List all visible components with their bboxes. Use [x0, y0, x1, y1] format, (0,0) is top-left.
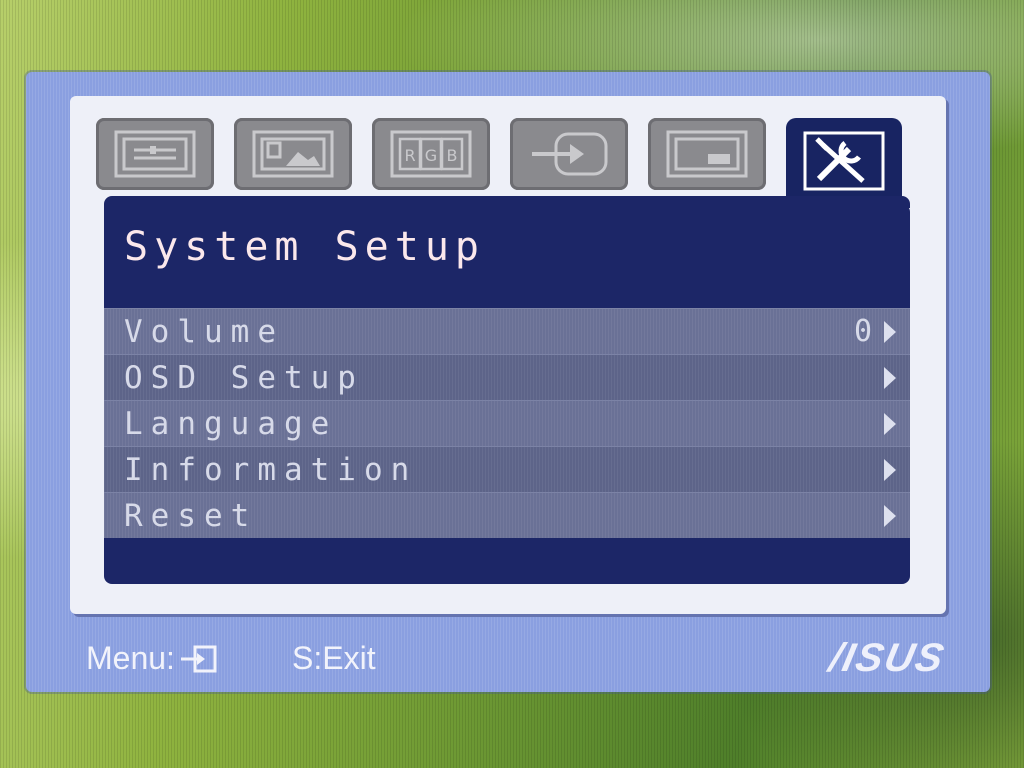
chevron-right-icon: [884, 320, 896, 343]
tab-splendid[interactable]: [96, 118, 214, 190]
image-icon: [252, 130, 334, 178]
osd-frame: R G B System Setup Volume 0 OSD Setup La…: [70, 96, 946, 614]
enter-key-icon: [180, 645, 217, 672]
system-setup-icon: [803, 131, 885, 191]
splendid-icon: [114, 130, 196, 178]
menu-item-label: Volume: [124, 313, 284, 350]
input-select-icon: [532, 132, 608, 176]
tab-input-select[interactable]: [510, 118, 628, 190]
menu-item-volume[interactable]: Volume 0: [104, 308, 910, 354]
menu-item-label: Language: [124, 405, 338, 442]
page-title: System Setup: [124, 224, 485, 270]
menu-item-label: Information: [124, 451, 418, 488]
menu-hint: Menu:: [86, 640, 219, 677]
menu-item-osd-setup[interactable]: OSD Setup: [104, 354, 910, 400]
svg-text:R: R: [404, 146, 415, 165]
exit-hint: S:Exit: [292, 640, 376, 676]
tab-bar: R G B: [96, 118, 926, 204]
menu-item-information[interactable]: Information: [104, 446, 910, 492]
chevron-right-icon: [884, 458, 896, 481]
menu-hint-label: Menu:: [86, 640, 175, 676]
asus-logo: /ISUS: [824, 636, 949, 680]
menu-item-reset[interactable]: Reset: [104, 492, 910, 538]
menu-content: System Setup Volume 0 OSD Setup Language…: [104, 204, 910, 584]
menu-item-language[interactable]: Language: [104, 400, 910, 446]
chevron-right-icon: [884, 504, 896, 527]
svg-text:G: G: [425, 146, 437, 165]
chevron-right-icon: [884, 412, 896, 435]
menu-item-label: Reset: [124, 497, 258, 534]
tab-color[interactable]: R G B: [372, 118, 490, 190]
menu-item-label: OSD Setup: [124, 359, 364, 396]
osd-footer: Menu: S:Exit /ISUS: [26, 632, 990, 682]
chevron-right-icon: [884, 366, 896, 389]
tab-system-setup[interactable]: [786, 118, 902, 204]
svg-text:B: B: [447, 146, 458, 165]
menu-list: Volume 0 OSD Setup Language Information: [104, 308, 910, 538]
volume-value: 0: [853, 314, 872, 349]
tab-pip[interactable]: [648, 118, 766, 190]
color-rgb-icon: R G B: [390, 130, 472, 178]
pip-icon: [666, 130, 748, 178]
tab-image[interactable]: [234, 118, 352, 190]
osd-panel: R G B System Setup Volume 0 OSD Setup La…: [26, 72, 990, 692]
